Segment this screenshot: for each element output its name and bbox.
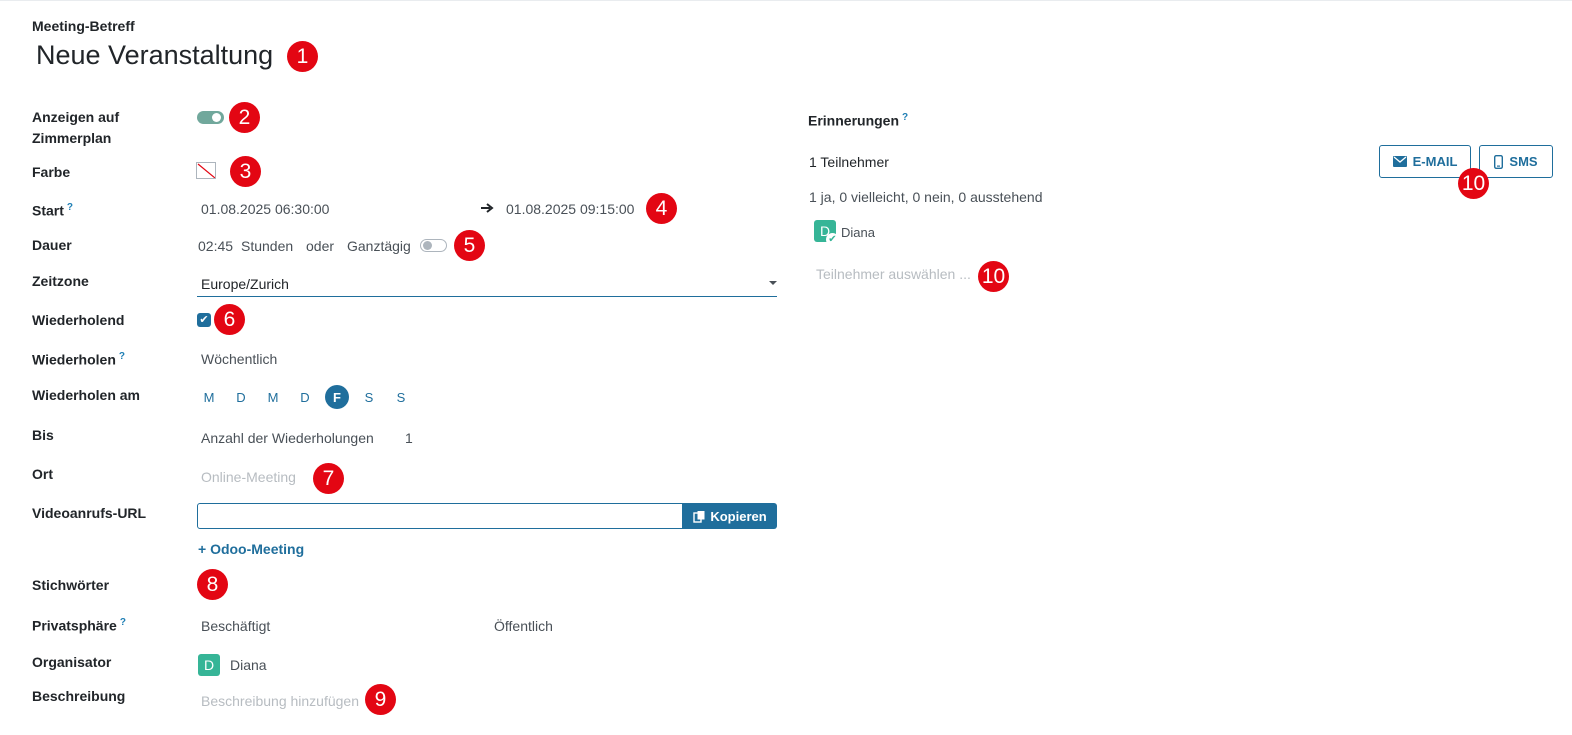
timezone-label: Zeitzone bbox=[32, 273, 89, 289]
mobile-icon bbox=[1494, 154, 1504, 169]
attendee-status-summary: 1 ja, 0 vielleicht, 0 nein, 0 ausstehend bbox=[809, 189, 1043, 205]
recurring-checkbox[interactable]: ✔ bbox=[197, 313, 211, 327]
annotation-badge-2: 2 bbox=[229, 102, 260, 133]
copy-button[interactable]: Kopieren bbox=[683, 503, 777, 529]
repeat-label-text: Wiederholen bbox=[32, 351, 116, 368]
copy-icon bbox=[693, 510, 705, 523]
until-select[interactable]: Anzahl der Wiederholungen bbox=[201, 430, 374, 446]
location-label: Ort bbox=[32, 466, 53, 482]
organizer-name[interactable]: Diana bbox=[230, 657, 267, 673]
annotation-badge-4: 4 bbox=[646, 193, 677, 224]
annotation-badge-1: 1 bbox=[287, 41, 318, 72]
duration-or-text: oder bbox=[306, 238, 335, 254]
copy-button-label: Kopieren bbox=[710, 508, 767, 524]
timezone-select-underline bbox=[197, 296, 777, 297]
sms-button[interactable]: SMS bbox=[1479, 145, 1553, 178]
all-day-label: Ganztägig bbox=[347, 238, 411, 254]
weekday-thursday[interactable]: D bbox=[293, 385, 317, 409]
email-button-label: E-MAIL bbox=[1412, 154, 1458, 169]
show-room-plan-label-line2: Zimmerplan bbox=[32, 130, 112, 146]
recurring-label: Wiederholend bbox=[32, 312, 125, 328]
annotation-badge-8: 8 bbox=[197, 569, 228, 600]
reminders-label-text: Erinnerungen bbox=[808, 112, 900, 129]
duration-input[interactable]: 02:45 bbox=[198, 238, 233, 254]
toggle-knob bbox=[212, 113, 221, 122]
tags-input[interactable] bbox=[230, 572, 530, 596]
timezone-select[interactable]: Europe/Zurich bbox=[201, 276, 289, 292]
description-label: Beschreibung bbox=[32, 688, 126, 704]
repeat-label: Wiederholen? bbox=[32, 346, 125, 371]
repeat-on-label: Wiederholen am bbox=[32, 387, 141, 403]
weekday-tuesday[interactable]: D bbox=[229, 385, 253, 409]
add-odoo-meeting-link[interactable]: + Odoo-Meeting bbox=[198, 541, 304, 557]
top-divider bbox=[0, 0, 1572, 1]
organizer-label: Organisator bbox=[32, 654, 112, 670]
duration-label: Dauer bbox=[32, 237, 72, 253]
annotation-badge-7: 7 bbox=[313, 463, 344, 494]
show-room-plan-label-line1: Anzeigen auf bbox=[32, 109, 120, 125]
envelope-icon bbox=[1392, 156, 1407, 167]
attendee-name[interactable]: Diana bbox=[841, 225, 875, 240]
check-icon: ✔ bbox=[826, 233, 839, 246]
annotation-badge-6: 6 bbox=[214, 304, 245, 335]
show-room-plan-toggle[interactable] bbox=[197, 111, 224, 124]
weekday-saturday[interactable]: S bbox=[357, 385, 381, 409]
email-button[interactable]: E-MAIL bbox=[1379, 145, 1471, 178]
annotation-badge-10a: 10 bbox=[1458, 168, 1489, 199]
subject-label: Meeting-Betreff bbox=[32, 18, 135, 34]
chevron-down-icon[interactable] bbox=[769, 281, 777, 285]
check-icon: ✔ bbox=[199, 313, 209, 326]
repeat-help-icon[interactable]: ? bbox=[119, 351, 125, 362]
start-label-text: Start bbox=[32, 202, 64, 219]
privacy-help-icon[interactable]: ? bbox=[120, 617, 126, 628]
select-attendees-input[interactable]: Teilnehmer auswählen ... bbox=[816, 266, 971, 282]
weekday-sunday[interactable]: S bbox=[389, 385, 413, 409]
color-label: Farbe bbox=[32, 164, 71, 180]
annotation-badge-5: 5 bbox=[454, 230, 485, 261]
start-datetime-input[interactable]: 01.08.2025 06:30:00 bbox=[201, 201, 329, 217]
start-label: Start? bbox=[32, 197, 73, 222]
privacy-busy-select[interactable]: Beschäftigt bbox=[201, 618, 270, 634]
annotation-badge-9: 9 bbox=[365, 684, 396, 715]
attendee-count: 1 Teilnehmer bbox=[809, 154, 889, 170]
duration-unit: Stunden bbox=[241, 238, 294, 254]
no-color-icon bbox=[197, 163, 215, 178]
video-url-input[interactable] bbox=[197, 503, 683, 529]
tags-label: Stichwörter bbox=[32, 577, 110, 593]
event-title-input[interactable]: Neue Veranstaltung bbox=[36, 40, 273, 71]
repeat-select[interactable]: Wöchentlich bbox=[201, 351, 277, 367]
end-datetime-input[interactable]: 01.08.2025 09:15:00 bbox=[506, 201, 634, 217]
description-input[interactable]: Beschreibung hinzufügen bbox=[201, 693, 359, 709]
weekday-monday[interactable]: M bbox=[197, 385, 221, 409]
show-room-plan-label: Anzeigen auf Zimmerplan bbox=[32, 107, 119, 149]
privacy-public-select[interactable]: Öffentlich bbox=[494, 618, 553, 634]
sms-button-label: SMS bbox=[1509, 154, 1538, 169]
annotation-badge-10b: 10 bbox=[978, 261, 1009, 292]
arrow-right-icon bbox=[480, 201, 495, 218]
reminders-label: Erinnerungen? bbox=[808, 107, 908, 132]
weekday-friday[interactable]: F bbox=[325, 385, 349, 409]
privacy-label-text: Privatsphäre bbox=[32, 617, 117, 634]
avatar: D bbox=[198, 654, 220, 676]
all-day-toggle[interactable] bbox=[420, 239, 447, 252]
weekday-wednesday[interactable]: M bbox=[261, 385, 285, 409]
color-picker[interactable] bbox=[196, 162, 216, 179]
until-label: Bis bbox=[32, 427, 54, 443]
video-url-label: Videoanrufs-URL bbox=[32, 505, 147, 521]
reminders-input[interactable] bbox=[900, 107, 1570, 131]
annotation-badge-3: 3 bbox=[230, 156, 261, 187]
toggle-knob bbox=[423, 241, 432, 250]
start-help-icon[interactable]: ? bbox=[67, 202, 73, 213]
location-input[interactable]: Online-Meeting bbox=[201, 469, 296, 485]
repeat-count-input[interactable]: 1 bbox=[405, 430, 413, 446]
privacy-label: Privatsphäre? bbox=[32, 612, 126, 637]
